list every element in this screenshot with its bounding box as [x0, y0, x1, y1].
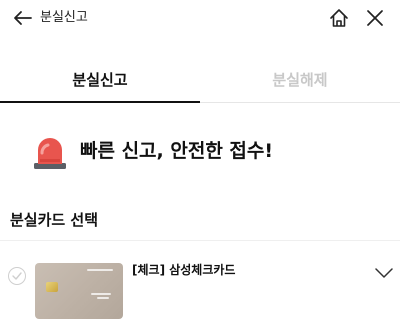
card-number-mark	[91, 293, 111, 295]
card-list-item[interactable]: [체크] 삼성체크카드	[0, 252, 400, 329]
card-name: [체크] 삼성체크카드	[132, 263, 236, 277]
chevron-down-icon[interactable]	[374, 266, 394, 280]
back-button[interactable]	[12, 7, 34, 29]
tab-bar: 분실신고 분실해제	[0, 56, 400, 104]
arrow-left-icon	[14, 11, 32, 25]
active-tab-indicator	[0, 101, 200, 103]
tab-lost-release[interactable]: 분실해제	[200, 56, 400, 102]
card-select-checkbox[interactable]	[8, 267, 26, 285]
card-chip	[46, 282, 58, 292]
section-title: 분실카드 선택	[10, 211, 99, 229]
siren-icon	[34, 138, 66, 169]
tab-divider	[200, 102, 400, 103]
card-logo-mark	[87, 269, 113, 271]
close-button[interactable]	[364, 7, 386, 29]
banner-headline: 빠른 신고, 안전한 접수!	[80, 140, 274, 162]
section-divider	[0, 240, 400, 241]
top-bar: 분실신고	[0, 0, 400, 36]
card-number-mark	[97, 297, 109, 299]
page-title: 분실신고	[40, 10, 88, 25]
tab-lost-report[interactable]: 분실신고	[0, 56, 200, 102]
close-icon	[367, 10, 383, 26]
home-icon	[330, 9, 348, 27]
card-image	[35, 263, 123, 319]
home-button[interactable]	[328, 7, 350, 29]
check-icon	[12, 272, 22, 280]
